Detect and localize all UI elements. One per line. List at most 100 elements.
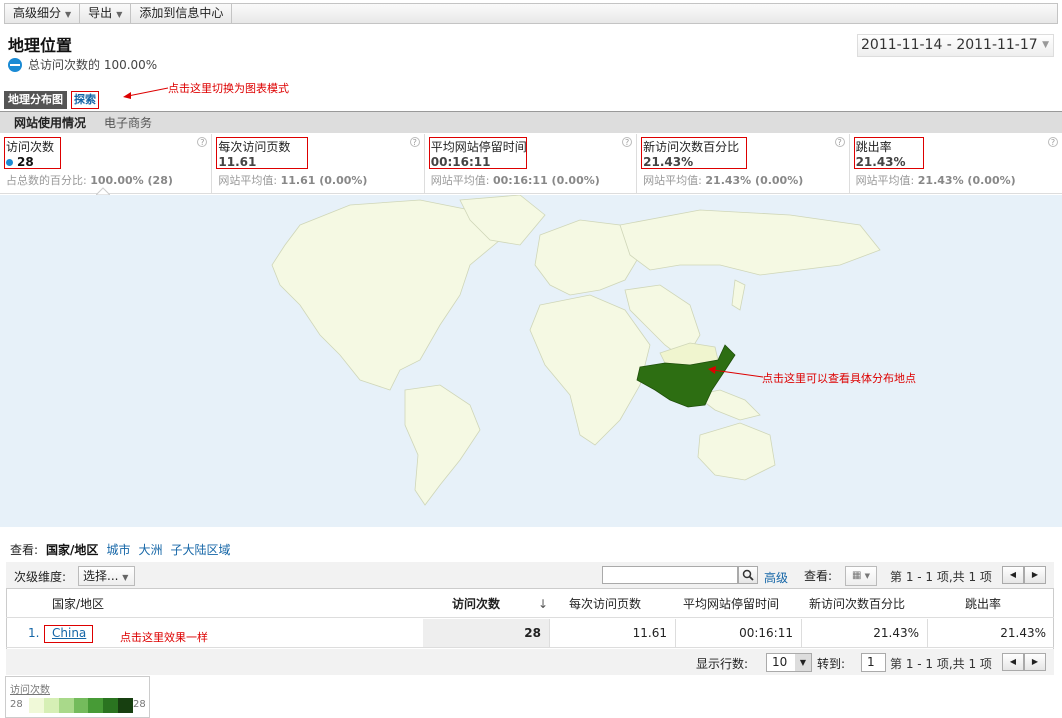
world-map-svg: [271, 194, 881, 506]
prev-page-button-bottom[interactable]: ◀: [1002, 653, 1024, 671]
series-dot-icon: [6, 159, 13, 166]
metric-sub-value: 21.43% (0.00%): [917, 174, 1016, 187]
grid-icon: ▦: [851, 570, 862, 581]
search-icon: [742, 569, 754, 581]
chevron-down-icon: ▼: [1042, 40, 1049, 50]
date-range-picker[interactable]: 2011-11-14 - 2011-11-17 ▼: [857, 34, 1054, 57]
header-pages-per-visit[interactable]: 每次访问页数: [569, 590, 641, 618]
tab-ecommerce[interactable]: 电子商务: [104, 114, 152, 131]
secondary-dimension-label: 次级维度:: [14, 570, 67, 584]
sort-down-icon: ↓: [538, 597, 549, 611]
metric-sub-label: 网站平均值:: [855, 174, 915, 187]
rows-per-page-value: 10: [772, 655, 788, 669]
header-bounce-rate[interactable]: 跳出率: [965, 590, 1001, 618]
metric-avg-time[interactable]: ? 平均网站停留时间 00:16:11 网站平均值: 00:16:11 (0.0…: [425, 134, 638, 193]
metric-sub: 网站平均值: 00:16:11 (0.00%): [431, 172, 630, 188]
metric-sub-value: 00:16:11 (0.00%): [493, 174, 600, 187]
header-avg-time[interactable]: 平均网站停留时间: [683, 590, 779, 618]
region-japan: [731, 279, 746, 311]
metric-visits[interactable]: ? 访问次数 28 占总数的百分比: 100.00% (28): [0, 134, 213, 195]
prev-page-button[interactable]: ◀: [1002, 566, 1024, 584]
table-header: 国家/地区 访问次数 ↓ 每次访问页数 平均网站停留时间 新访问次数百分比 跳出…: [6, 590, 1054, 618]
chevron-down-icon: ▼: [116, 10, 123, 19]
metric-value: 28: [6, 155, 205, 169]
metric-sub-label: 网站平均值:: [643, 174, 702, 187]
metric-value: 11.61: [218, 155, 257, 169]
tab-site-usage[interactable]: 网站使用情况: [14, 114, 86, 131]
metric-label: 新访问次数百分比: [643, 140, 740, 154]
report-toolbar: 高级细分 ▼ 导出 ▼ 添加到信息中心: [4, 3, 1058, 24]
view-subcontinent-link[interactable]: 子大陆区域: [170, 541, 230, 558]
annotation-arrow: [708, 366, 764, 378]
metric-value: 21.43%: [643, 155, 694, 169]
header-country[interactable]: 国家/地区: [52, 590, 104, 618]
segment-label: 总访问次数的 100.00%: [28, 58, 158, 72]
rows-per-page-select[interactable]: 10 ▼: [766, 653, 812, 672]
metric-label: 访问次数: [6, 140, 55, 154]
world-map[interactable]: 访问次数 28 28: [0, 194, 1062, 718]
chevron-left-icon: ◀: [1009, 570, 1017, 579]
annotation-box: [44, 625, 93, 643]
page-title: 地理位置: [8, 36, 73, 55]
date-range-value: 2011-11-14 - 2011-11-17: [861, 37, 1038, 53]
metric-sub-value: 100.00% (28): [90, 174, 173, 187]
table-view-label: 查看:: [804, 569, 833, 583]
annotation-view-locations: 点击这里可以查看具体分布地点: [762, 372, 916, 385]
header-new-visits[interactable]: 新访问次数百分比: [809, 590, 905, 618]
search-button[interactable]: [738, 566, 758, 584]
pagination-text-bottom: 第 1 - 1 项,共 1 项: [890, 657, 992, 671]
pagination-text: 第 1 - 1 项,共 1 项: [890, 570, 992, 584]
metric-summary: ? 访问次数 28 占总数的百分比: 100.00% (28) ? 每次访问页数…: [0, 134, 1062, 195]
export-button[interactable]: 导出 ▼: [80, 4, 132, 23]
selected-pointer-icon: [96, 187, 110, 195]
metric-new-visits[interactable]: ? 新访问次数百分比 21.43% 网站平均值: 21.43% (0.00%): [637, 134, 850, 193]
tab-explorer[interactable]: 探索: [71, 91, 99, 109]
chevron-right-icon: ▶: [1031, 657, 1039, 666]
metric-group-tabs: 网站使用情况 电子商务: [0, 111, 1062, 133]
cell-bounce-rate: 21.43%: [927, 619, 1054, 647]
row-index: 1.: [28, 626, 40, 640]
advanced-filter-link[interactable]: 高级: [764, 569, 788, 586]
chevron-down-icon: ▼: [65, 10, 72, 19]
view-label: 查看:: [10, 543, 39, 557]
chevron-down-icon: ▼: [795, 654, 811, 671]
region-australia: [697, 422, 776, 481]
annotation-same-effect: 点击这里效果一样: [120, 631, 208, 644]
advanced-segments-button[interactable]: 高级细分 ▼: [5, 4, 81, 23]
metric-label: 每次访问页数: [218, 140, 291, 154]
table-view-select[interactable]: ▦ ▼: [845, 566, 877, 586]
metric-label: 平均网站停留时间: [430, 140, 527, 154]
table-search-input[interactable]: [602, 566, 738, 584]
chevron-down-icon: ▼: [864, 572, 871, 580]
export-label: 导出: [88, 6, 113, 20]
secondary-dimension-value: 选择...: [83, 569, 119, 583]
add-to-dashboard-button[interactable]: 添加到信息中心: [131, 4, 233, 23]
view-city-link[interactable]: 城市: [106, 541, 130, 558]
view-continent-link[interactable]: 大洲: [138, 541, 162, 558]
metric-bounce-rate[interactable]: ? 跳出率 21.43% 网站平均值: 21.43% (0.00%): [850, 134, 1062, 193]
tab-map-overlay[interactable]: 地理分布图: [4, 91, 67, 109]
metric-pages-per-visit[interactable]: ? 每次访问页数 11.61 网站平均值: 11.61 (0.00%): [212, 134, 425, 193]
metric-sub: 网站平均值: 11.61 (0.00%): [218, 172, 417, 188]
cell-new-visits: 21.43%: [801, 619, 927, 647]
region-africa: [529, 294, 651, 446]
annotation-arrow: [123, 87, 169, 99]
chevron-down-icon: ▼: [122, 573, 129, 582]
cell-avg-time: 00:16:11: [675, 619, 801, 647]
next-page-button-bottom[interactable]: ▶: [1024, 653, 1046, 671]
legend-min: 28: [10, 699, 23, 710]
view-country-selected[interactable]: 国家/地区: [46, 541, 98, 558]
metric-value: 21.43%: [855, 155, 906, 169]
segment-pie-icon: [8, 57, 22, 72]
metric-sub: 网站平均值: 21.43% (0.00%): [856, 172, 1056, 188]
legend-gradient: [29, 698, 134, 713]
region-northern-asia: [619, 209, 881, 276]
next-page-button[interactable]: ▶: [1024, 566, 1046, 584]
legend-max: 28: [133, 699, 146, 710]
metric-sub-label: 网站平均值:: [218, 174, 278, 187]
secondary-dimension-select[interactable]: 选择... ▼: [78, 566, 135, 586]
segment-summary: 总访问次数的 100.00%: [8, 56, 157, 73]
chevron-left-icon: ◀: [1009, 657, 1017, 666]
goto-page-input[interactable]: 1: [861, 653, 886, 672]
header-visits[interactable]: 访问次数: [452, 590, 500, 618]
